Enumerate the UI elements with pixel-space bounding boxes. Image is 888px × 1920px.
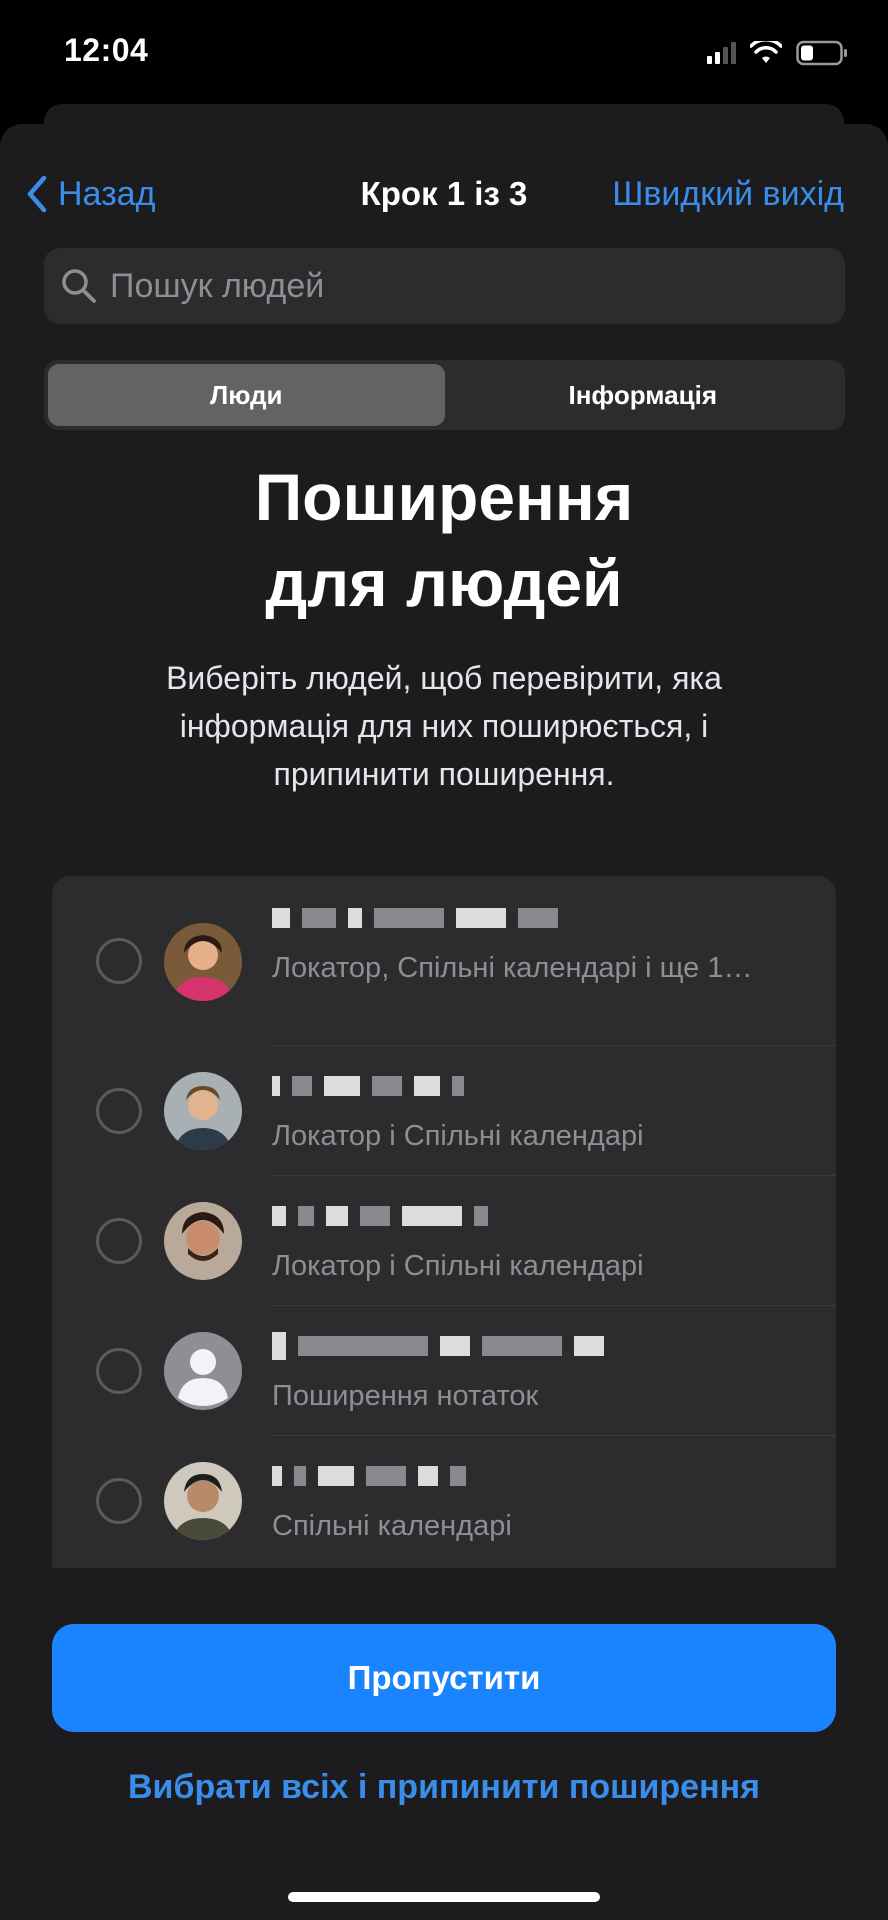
search-field[interactable] [44,248,845,324]
status-icons [707,38,848,68]
shared-info-summary: Спільні календарі [272,1510,512,1542]
list-item[interactable]: Локатор і Спільні календарі [52,1046,836,1176]
nav-bar: Назад Крок 1 із 3 Швидкий вихід [0,164,888,224]
page-title: Поширення для людей [0,454,888,626]
status-time: 12:04 [64,32,149,68]
person-placeholder-icon [164,1332,242,1410]
search-input[interactable] [110,266,845,306]
list-item[interactable]: Спільні календарі [52,1436,836,1566]
contact-name-redacted [272,1198,792,1234]
page-subtitle: Виберіть людей, щоб перевірити, яка інфо… [166,660,722,792]
selection-radio[interactable] [96,1478,142,1524]
wifi-icon [750,41,782,63]
list-item[interactable]: Поширення нотаток [52,1306,836,1436]
cellular-signal-icon [707,42,736,64]
contact-name-redacted [272,1068,792,1104]
page-title-line-1: Поширення [254,460,634,534]
screen: 12:04 Назад Крок 1 із 3 Швидкий вихід По… [0,0,888,1920]
home-indicator[interactable] [288,1892,600,1902]
photo-avatar [164,1462,242,1540]
contact-name-redacted [272,1458,792,1494]
search-icon [62,269,96,303]
selection-radio[interactable] [96,1088,142,1134]
shared-info-summary: Локатор, Спільні календарі і ще 1… [272,952,753,984]
shared-info-summary: Поширення нотаток [272,1380,539,1412]
shared-info-summary: Локатор і Спільні календарі [272,1120,644,1152]
battery-icon [796,40,847,66]
shared-info-summary: Локатор і Спільні календарі [272,1250,644,1282]
photo-avatar [164,1072,242,1150]
segment-information[interactable]: Інформація [445,364,842,426]
segmented-control: Люди Інформація [44,360,845,430]
selection-radio[interactable] [96,938,142,984]
contact-name-redacted [272,900,792,936]
segment-people[interactable]: Люди [48,364,445,426]
selection-radio[interactable] [96,1348,142,1394]
selection-radio[interactable] [96,1218,142,1264]
quick-exit-button[interactable]: Швидкий вихід [612,164,844,224]
photo-avatar [164,1202,242,1280]
skip-button[interactable]: Пропустити [52,1624,836,1732]
list-item[interactable]: Локатор, Спільні календарі і ще 1… [52,876,836,1046]
photo-avatar [164,923,242,1001]
contact-name-redacted [272,1328,792,1364]
select-all-stop-sharing-button[interactable]: Вибрати всіх і припинити поширення [0,1768,888,1807]
list-item[interactable]: Локатор і Спільні календарі [52,1176,836,1306]
bottom-action-bar: Пропустити Вибрати всіх і припинити поши… [0,1568,888,1920]
page-title-line-2: для людей [265,546,623,620]
